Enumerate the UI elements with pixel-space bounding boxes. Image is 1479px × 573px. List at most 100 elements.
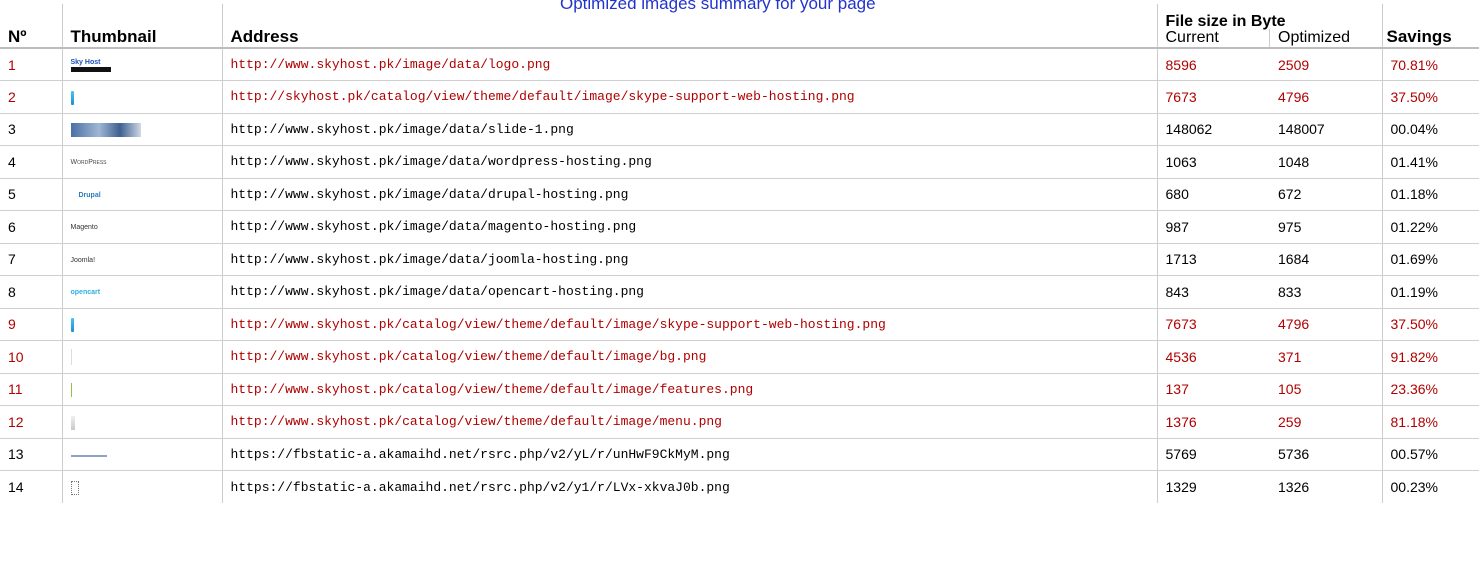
row-optimized-size: 4796	[1278, 316, 1310, 333]
row-current-size: 148062	[1156, 113, 1270, 146]
table-row: 9 http://www.skyhost.pk/catalog/view/them…	[0, 308, 1479, 341]
header-savings: Savings	[1381, 4, 1479, 48]
table-row: 12 http://www.skyhost.pk/catalog/view/the…	[0, 405, 1479, 438]
table-row: 4 WordPress http://www.skyhost.pk/image/da…	[0, 145, 1479, 178]
row-address-link[interactable]: http://www.skyhost.pk/catalog/view/theme…	[221, 405, 1157, 438]
row-thumbnail-cell	[61, 438, 222, 471]
row-optimized-size: 975	[1278, 218, 1302, 235]
row-optimized-size: 371	[1278, 348, 1302, 365]
row-number: 2	[8, 88, 16, 105]
thumbnail-text: Joomla!	[70, 256, 96, 264]
row-thumbnail-cell	[61, 373, 222, 406]
row-number: 10	[8, 348, 24, 365]
row-address-link[interactable]: http://www.skyhost.pk/catalog/view/theme…	[221, 340, 1157, 373]
row-current-size: 5769	[1156, 438, 1270, 471]
table-row: 11 http://www.skyhost.pk/catalog/view/the…	[0, 373, 1479, 406]
row-address-link[interactable]: http://www.skyhost.pk/image/data/drupal-…	[221, 178, 1157, 211]
fb-line-thumbnail[interactable]	[70, 454, 107, 457]
row-thumbnail-cell	[61, 340, 222, 373]
row-optimized-size: 1684	[1278, 251, 1310, 268]
row-address-link[interactable]: https://fbstatic-a.akamaihd.net/rsrc.php…	[221, 438, 1157, 471]
slide-thumbnail[interactable]	[70, 123, 141, 138]
row-savings: 01.18%	[1381, 178, 1479, 211]
row-number: 7	[8, 251, 16, 268]
table-row: 2 http://skyhost.pk/catalog/view/theme/de…	[0, 80, 1479, 113]
table-row: 13 https://fbstatic-a.akamaihd.net/rsrc.p…	[0, 438, 1479, 471]
row-number: 8	[8, 283, 16, 300]
row-current-size: 7673	[1156, 308, 1270, 341]
row-savings: 00.57%	[1381, 438, 1479, 471]
row-address-link[interactable]: http://www.skyhost.pk/image/data/magento…	[221, 210, 1157, 243]
row-savings: 91.82%	[1381, 340, 1479, 373]
row-savings: 01.41%	[1381, 145, 1479, 178]
row-savings: 00.23%	[1381, 470, 1479, 503]
thumbnail-text: Magento	[70, 224, 98, 232]
table-row: 7 Joomla! http://www.skyhost.pk/image/data…	[0, 243, 1479, 276]
row-thumbnail-cell	[61, 470, 222, 503]
row-thumbnail-cell: opencart	[61, 275, 222, 308]
row-current-size: 1376	[1156, 405, 1270, 438]
features-thumbnail[interactable]	[70, 383, 72, 398]
thumbnail-text: WordPress	[70, 159, 107, 167]
row-address-link[interactable]: http://www.skyhost.pk/image/data/slide-1…	[221, 113, 1157, 146]
joomla-thumbnail[interactable]: Joomla!	[71, 256, 96, 266]
table-row: 8 opencart http://www.skyhost.pk/image/dat…	[0, 275, 1479, 308]
row-address-link[interactable]: https://fbstatic-a.akamaihd.net/rsrc.php…	[221, 470, 1157, 503]
row-number: 5	[8, 186, 16, 203]
row-current-size: 7673	[1156, 80, 1270, 113]
row-thumbnail-cell: Magento	[61, 210, 222, 243]
header-number: Nº	[8, 27, 27, 46]
row-savings: 23.36%	[1381, 373, 1479, 406]
fb-icon-thumbnail[interactable]	[70, 481, 79, 496]
row-savings: 01.69%	[1381, 243, 1479, 276]
drupal-thumbnail[interactable]: Drupal	[79, 191, 101, 201]
skype-support-thumbnail[interactable]	[70, 90, 74, 105]
row-savings: 01.19%	[1381, 275, 1479, 308]
row-number: 13	[8, 446, 24, 463]
row-current-size: 8596	[1156, 48, 1270, 81]
row-number: 1	[8, 56, 16, 73]
row-optimized-size: 5736	[1278, 446, 1310, 463]
row-thumbnail-cell	[61, 80, 222, 113]
row-optimized-size: 2509	[1278, 56, 1310, 73]
wordpress-thumbnail[interactable]: WordPress	[71, 158, 107, 168]
row-address-link[interactable]: http://www.skyhost.pk/image/data/wordpre…	[221, 145, 1157, 178]
row-optimized-size: 833	[1278, 283, 1302, 300]
row-savings: 01.22%	[1381, 210, 1479, 243]
header-thumbnail: Thumbnail	[61, 4, 222, 48]
row-current-size: 1329	[1156, 470, 1270, 503]
row-address-link[interactable]: http://www.skyhost.pk/image/data/joomla-…	[221, 243, 1157, 276]
header-address: Address	[221, 4, 1157, 48]
row-thumbnail-cell	[61, 308, 222, 341]
opencart-thumbnail[interactable]: opencart	[71, 288, 101, 298]
row-address-link[interactable]: http://www.skyhost.pk/catalog/view/theme…	[221, 373, 1157, 406]
row-thumbnail-cell	[61, 405, 222, 438]
row-current-size: 680	[1156, 178, 1270, 211]
row-savings: 70.81%	[1381, 48, 1479, 81]
magento-thumbnail[interactable]: Magento	[71, 223, 98, 233]
row-address-link[interactable]: http://www.skyhost.pk/catalog/view/theme…	[221, 308, 1157, 341]
optimized-images-table: Nº Thumbnail Address File size in Byte C…	[0, 4, 1479, 503]
row-thumbnail-cell: Sky Host	[61, 48, 222, 81]
row-optimized-size: 148007	[1278, 121, 1325, 138]
row-address-link[interactable]: http://www.skyhost.pk/image/data/opencar…	[221, 275, 1157, 308]
row-savings: 37.50%	[1381, 308, 1479, 341]
row-savings: 00.04%	[1381, 113, 1479, 146]
row-address-link[interactable]: http://www.skyhost.pk/image/data/logo.pn…	[221, 48, 1157, 81]
thumbnail-text: Drupal	[78, 191, 101, 199]
row-number: 12	[8, 413, 24, 430]
row-thumbnail-cell: Drupal	[61, 178, 222, 211]
skype-support-thumbnail[interactable]	[70, 318, 74, 333]
row-optimized-size: 1326	[1278, 479, 1310, 495]
table-row: 6 Magento http://www.skyhost.pk/image/data…	[0, 210, 1479, 243]
menu-thumbnail[interactable]	[70, 415, 75, 430]
table-header-row: Nº Thumbnail Address File size in Byte C…	[0, 4, 1479, 48]
bg-thumbnail[interactable]	[70, 349, 72, 366]
row-number: 9	[8, 316, 16, 333]
row-address-link[interactable]: http://skyhost.pk/catalog/view/theme/def…	[221, 80, 1157, 113]
row-thumbnail-cell	[61, 113, 222, 146]
skyhost-logo-thumbnail[interactable]: Sky Host	[70, 59, 111, 73]
header-current: Current	[1165, 29, 1219, 46]
row-optimized-size: 4796	[1278, 88, 1310, 105]
row-current-size: 137	[1156, 373, 1270, 406]
